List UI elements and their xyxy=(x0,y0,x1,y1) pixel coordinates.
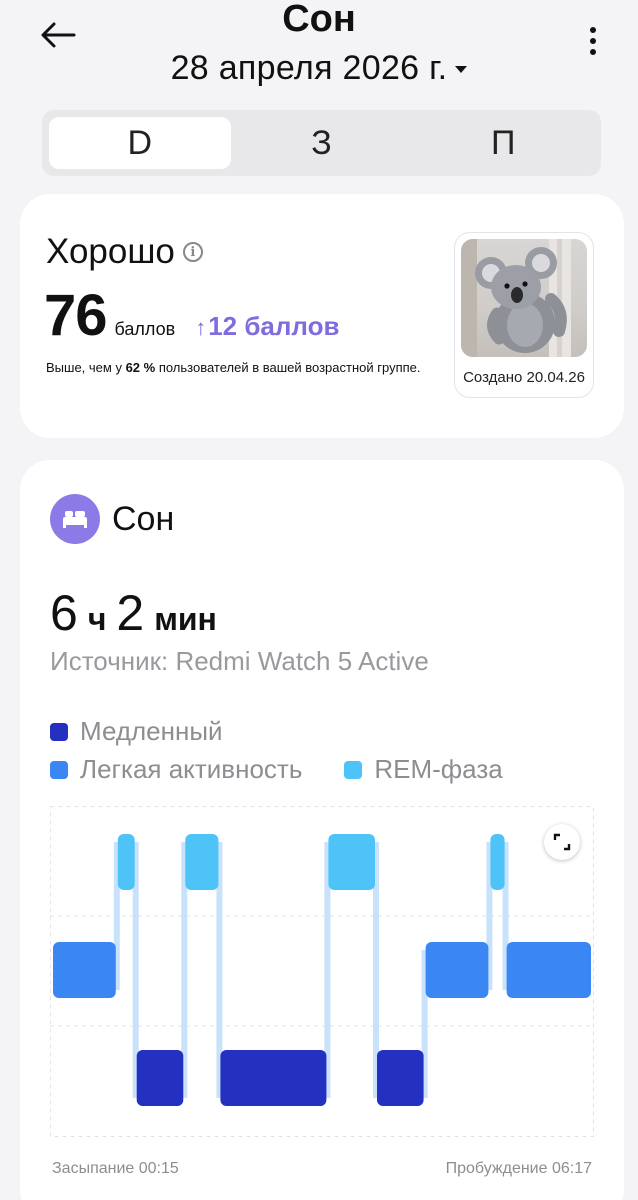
badge-created-date: Создано 20.04.26 xyxy=(463,369,585,386)
period-tabs: D З П xyxy=(42,110,601,176)
legend-item-light: Легкая активность xyxy=(50,754,302,785)
desc-suffix: пользователей в вашей возрастной группе. xyxy=(155,360,421,375)
sleep-score-card[interactable]: Хорошо i 76 баллов ↑ 12 баллов Выше, чем… xyxy=(20,194,624,438)
koala-icon xyxy=(461,239,571,357)
arrow-up-icon: ↑ xyxy=(195,315,207,340)
legend-label-deep: Медленный xyxy=(80,716,223,746)
sleep-section-title: Сон xyxy=(112,499,175,538)
legend-row-2: Легкая активность REM-фаза xyxy=(50,754,610,785)
caret-down-icon xyxy=(455,65,468,73)
page-title: Сон xyxy=(282,0,356,40)
stage-segment[interactable] xyxy=(490,834,505,890)
more-menu-icon[interactable] xyxy=(578,22,608,62)
legend-label-rem: REM-фаза xyxy=(374,754,503,784)
score-unit: баллов xyxy=(114,319,176,339)
stage-segment[interactable] xyxy=(377,1050,424,1106)
duration-hours: 6 xyxy=(50,585,78,641)
koala-image xyxy=(461,239,587,357)
legend-swatch-light xyxy=(50,760,68,779)
stage-segment[interactable] xyxy=(506,942,591,998)
data-source: Источник: Redmi Watch 5 Active xyxy=(50,646,429,676)
sleep-start-label: Засыпание 00:15 xyxy=(52,1160,179,1177)
desc-prefix: Выше, чем у xyxy=(46,360,126,375)
desc-percent: 62 % xyxy=(125,360,156,375)
tab-week[interactable]: З xyxy=(231,117,413,169)
sleep-stage-chart[interactable] xyxy=(50,806,594,1142)
score-delta: ↑ 12 баллов xyxy=(195,311,339,342)
duration-minutes-unit: мин xyxy=(154,601,217,637)
date-selector[interactable]: 28 апреля 2026 г. xyxy=(0,48,638,88)
legend-swatch-deep xyxy=(50,722,68,741)
quality-label: Хорошо xyxy=(46,232,175,271)
legend-item-deep: Медленный xyxy=(50,716,223,747)
stage-segment[interactable] xyxy=(425,942,489,998)
score-row: 76 баллов ↑ 12 баллов xyxy=(44,282,339,349)
sleep-duration: 6 ч 2 мин xyxy=(50,584,217,642)
stage-segment[interactable] xyxy=(328,834,375,890)
expand-icon xyxy=(553,833,571,851)
score-description: Выше, чем у 62 % пользователей в вашей в… xyxy=(46,360,421,375)
duration-hours-unit: ч xyxy=(87,601,107,637)
bed-icon xyxy=(50,494,100,544)
stage-segment[interactable] xyxy=(136,1050,184,1106)
stage-segment[interactable] xyxy=(53,942,116,998)
legend-swatch-rem xyxy=(344,760,363,779)
info-icon[interactable]: i xyxy=(182,242,203,262)
legend-label-light: Легкая активность xyxy=(80,754,303,784)
tab-month[interactable]: П xyxy=(412,117,594,169)
stage-segment[interactable] xyxy=(117,834,135,890)
tab-day[interactable]: D xyxy=(49,117,231,169)
koala-badge[interactable]: Создано 20.04.26 xyxy=(454,232,594,398)
legend-row-1: Медленный xyxy=(50,716,610,747)
stage-segment[interactable] xyxy=(185,834,219,890)
expand-chart-button[interactable] xyxy=(544,824,580,860)
score-value: 76 xyxy=(44,283,108,348)
wake-up-label: Пробуждение 06:17 xyxy=(445,1160,592,1177)
quality-row: Хорошо i xyxy=(46,232,203,272)
sleep-detail-card[interactable]: Сон 6 ч 2 мин Источник: Redmi Watch 5 Ac… xyxy=(20,460,624,1200)
score-delta-value: 12 баллов xyxy=(208,311,340,341)
duration-minutes: 2 xyxy=(116,585,145,641)
stage-segment[interactable] xyxy=(220,1050,327,1106)
legend-item-rem: REM-фаза xyxy=(344,754,503,785)
date-label: 28 апреля 2026 г. xyxy=(170,49,448,87)
sleep-header: Сон xyxy=(50,494,174,544)
